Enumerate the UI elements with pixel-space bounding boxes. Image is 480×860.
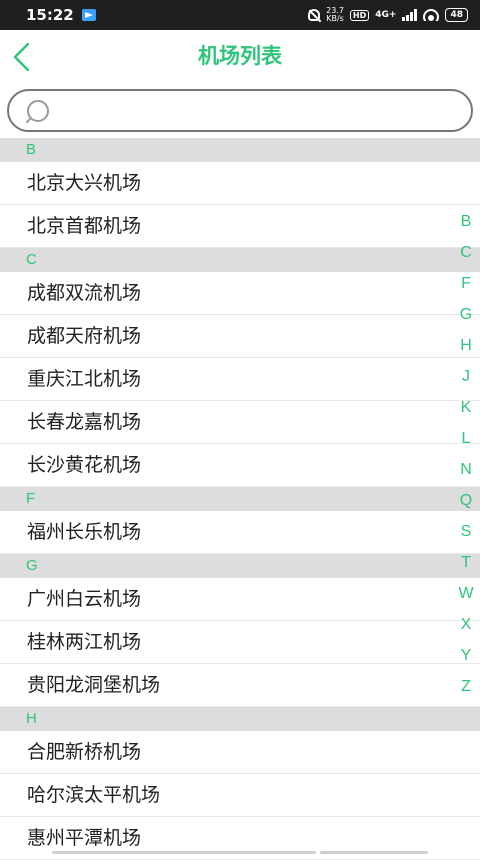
- list-item[interactable]: 北京大兴机场: [0, 162, 480, 205]
- battery-indicator: 48: [445, 8, 468, 22]
- network-speed-unit: KB/s: [326, 14, 344, 23]
- list-item[interactable]: 北京首都机场: [0, 205, 480, 248]
- chevron-left-icon: [13, 42, 30, 72]
- airport-list: B 北京大兴机场 北京首都机场 C 成都双流机场 成都天府机场 重庆江北机场 长…: [0, 138, 480, 860]
- list-item[interactable]: 成都天府机场: [0, 315, 480, 358]
- list-item[interactable]: 广州白云机场: [0, 578, 480, 621]
- index-letter-z[interactable]: Z: [452, 671, 480, 702]
- section-header-g: G: [0, 554, 480, 578]
- index-letter-l[interactable]: L: [452, 423, 480, 454]
- search-icon: [26, 100, 49, 123]
- page-title: 机场列表: [198, 44, 282, 68]
- search-box[interactable]: [7, 89, 473, 132]
- alphabet-index-bar: B C F G H J K L N Q S T W X Y Z: [452, 206, 480, 702]
- hd-badge: HD: [349, 9, 370, 21]
- index-letter-w[interactable]: W: [452, 578, 480, 609]
- status-right: 23.7 KB/s HD 4G+ 48: [308, 7, 468, 23]
- index-letter-s[interactable]: S: [452, 516, 480, 547]
- mute-icon: [308, 9, 321, 21]
- section-header-f: F: [0, 487, 480, 511]
- index-letter-q[interactable]: Q: [452, 485, 480, 516]
- status-left: 15:22: [26, 6, 96, 24]
- list-item[interactable]: 成都双流机场: [0, 272, 480, 315]
- search-area: [0, 83, 480, 138]
- section-header-c: C: [0, 248, 480, 272]
- telegram-notification-icon: [81, 9, 96, 21]
- signal-icon: [402, 9, 418, 21]
- list-item[interactable]: 长沙黄花机场: [0, 444, 480, 487]
- list-item[interactable]: 哈尔滨太平机场: [0, 774, 480, 817]
- section-header-h: H: [0, 707, 480, 731]
- index-letter-n[interactable]: N: [452, 454, 480, 485]
- index-letter-h[interactable]: H: [452, 330, 480, 361]
- back-button[interactable]: [8, 40, 38, 74]
- network-type: 4G+: [375, 10, 397, 20]
- gesture-navigation-bar: [0, 850, 480, 854]
- status-time: 15:22: [26, 6, 74, 24]
- index-letter-t[interactable]: T: [452, 547, 480, 578]
- list-item[interactable]: 长春龙嘉机场: [0, 401, 480, 444]
- list-item[interactable]: 贵阳龙洞堡机场: [0, 664, 480, 707]
- index-letter-k[interactable]: K: [452, 392, 480, 423]
- list-item[interactable]: 福州长乐机场: [0, 511, 480, 554]
- index-letter-b[interactable]: B: [452, 206, 480, 237]
- list-item[interactable]: 合肥新桥机场: [0, 731, 480, 774]
- status-bar: 15:22 23.7 KB/s HD 4G+ 48: [0, 0, 480, 30]
- index-letter-f[interactable]: F: [452, 268, 480, 299]
- index-letter-j[interactable]: J: [452, 361, 480, 392]
- search-input[interactable]: [65, 96, 459, 128]
- index-letter-c[interactable]: C: [452, 237, 480, 268]
- index-letter-y[interactable]: Y: [452, 640, 480, 671]
- wifi-icon: [423, 9, 440, 21]
- index-letter-x[interactable]: X: [452, 609, 480, 640]
- list-item[interactable]: 重庆江北机场: [0, 358, 480, 401]
- index-letter-g[interactable]: G: [452, 299, 480, 330]
- section-header-b: B: [0, 138, 480, 162]
- list-item[interactable]: 桂林两江机场: [0, 621, 480, 664]
- network-speed: 23.7 KB/s: [326, 7, 344, 23]
- nav-bar: 机场列表: [0, 30, 480, 83]
